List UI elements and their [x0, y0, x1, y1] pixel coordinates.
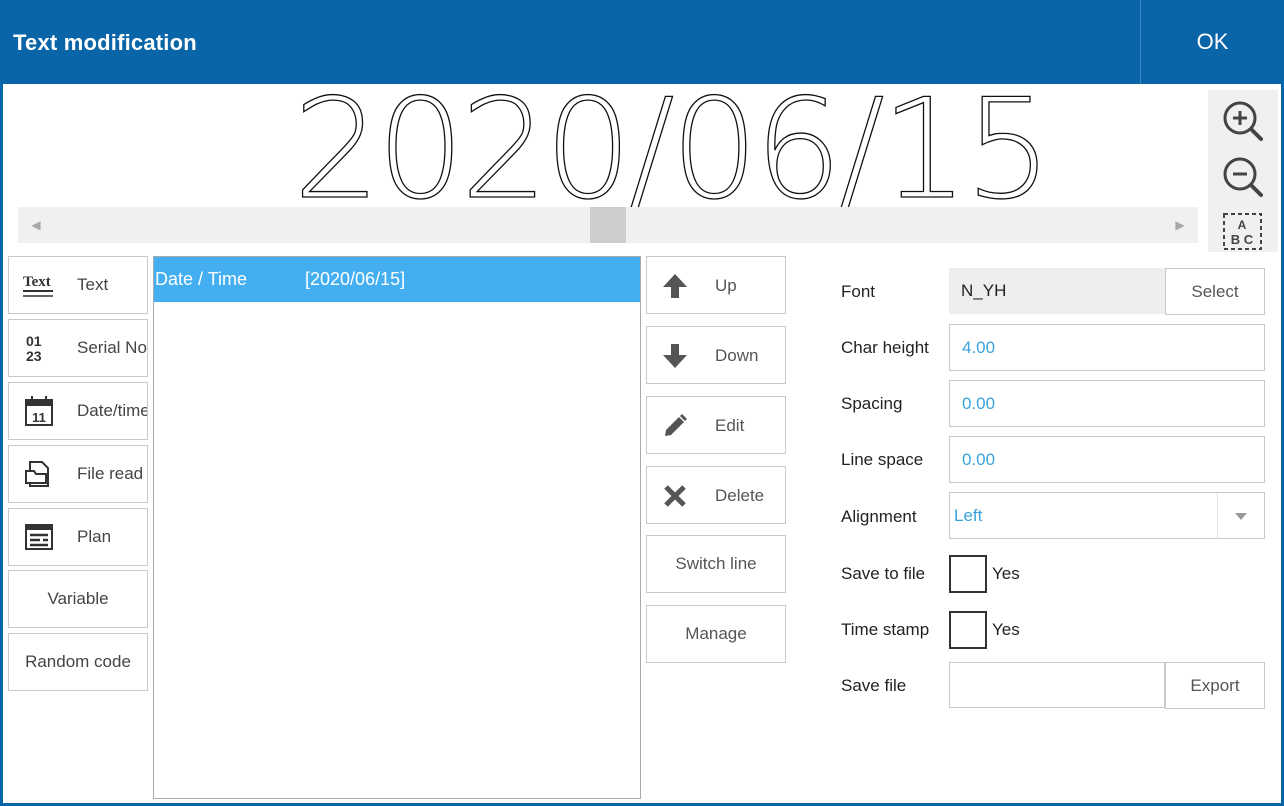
- add-date-time-button[interactable]: 11 Date/time: [8, 382, 148, 440]
- export-button[interactable]: Export: [1165, 662, 1265, 709]
- char-height-label: Char height: [841, 338, 929, 357]
- serial-icon: 01 23: [21, 332, 57, 364]
- serial-button-label: Serial No.: [77, 338, 148, 357]
- save-file-label: Save file: [841, 676, 907, 695]
- title-bar: Text modification OK: [0, 0, 1284, 84]
- preview-text: 2020/06/15: [292, 88, 1053, 208]
- switch-line-button[interactable]: Switch line: [646, 535, 786, 593]
- save-to-file-label: Save to file: [841, 564, 926, 583]
- text-preview: 2020/06/15: [18, 88, 1198, 208]
- up-button-label: Up: [715, 276, 737, 295]
- dialog-title: Text modification: [13, 30, 197, 55]
- add-variable-button[interactable]: Variable: [8, 570, 148, 628]
- scroll-left-arrow-icon[interactable]: ◀: [18, 207, 54, 243]
- add-serial-number-button[interactable]: 01 23 Serial No.: [8, 319, 148, 377]
- alignment-value: Left: [954, 505, 983, 525]
- zoom-panel: A B C: [1208, 90, 1278, 252]
- save-to-file-checkbox[interactable]: [949, 555, 987, 593]
- arrow-down-icon: [661, 342, 689, 370]
- abc-fit-icon[interactable]: A B C: [1220, 208, 1266, 254]
- list-item[interactable]: Date / Time [2020/06/15]: [154, 257, 640, 302]
- move-up-button[interactable]: Up: [646, 256, 786, 314]
- date-time-button-label: Date/time: [77, 401, 148, 420]
- list-item-value: [2020/06/15]: [305, 269, 406, 289]
- save-file-input[interactable]: [949, 662, 1165, 708]
- horizontal-scrollbar[interactable]: ◀ ▶: [18, 207, 1198, 243]
- zoom-out-icon[interactable]: [1220, 154, 1266, 200]
- plan-icon: [21, 521, 57, 553]
- ok-button[interactable]: OK: [1140, 0, 1284, 84]
- scrollbar-thumb[interactable]: [590, 207, 626, 243]
- pencil-icon: [661, 412, 689, 440]
- arrow-up-icon: [661, 272, 689, 300]
- line-space-input[interactable]: 0.00: [949, 436, 1265, 483]
- time-stamp-checkbox[interactable]: [949, 611, 987, 649]
- time-stamp-label: Time stamp: [841, 620, 930, 639]
- alignment-label: Alignment: [841, 507, 917, 526]
- zoom-in-icon[interactable]: [1220, 98, 1266, 144]
- text-button-label: Text: [77, 275, 109, 294]
- font-label: Font: [841, 282, 876, 301]
- file-icon: [21, 458, 57, 490]
- text-icon: Text: [21, 269, 57, 301]
- abc-fit-glyph-a: A: [1238, 218, 1247, 232]
- random-code-button-label: Random code: [25, 652, 131, 671]
- element-list[interactable]: Date / Time [2020/06/15]: [153, 256, 641, 799]
- char-height-input[interactable]: 4.00: [949, 324, 1265, 371]
- abc-fit-glyph-bc: B C: [1231, 232, 1254, 247]
- calendar-icon-day: 11: [32, 410, 46, 425]
- delete-button-label: Delete: [715, 486, 765, 505]
- manage-button[interactable]: Manage: [646, 605, 786, 663]
- line-space-label: Line space: [841, 450, 924, 469]
- save-to-file-option: Yes: [992, 564, 1020, 583]
- add-plan-button[interactable]: Plan: [8, 508, 148, 566]
- down-button-label: Down: [715, 346, 759, 365]
- list-item-name: Date / Time: [155, 269, 248, 289]
- spacing-label: Spacing: [841, 394, 903, 413]
- add-text-button[interactable]: Text Text: [8, 256, 148, 314]
- select-font-button[interactable]: Select: [1165, 268, 1265, 315]
- switch-line-button-label: Switch line: [675, 554, 757, 573]
- serial-icon-top: 01: [26, 333, 42, 349]
- serial-icon-bottom: 23: [26, 348, 42, 363]
- spacing-input[interactable]: 0.00: [949, 380, 1265, 427]
- x-icon: [661, 482, 689, 510]
- variable-button-label: Variable: [47, 589, 109, 608]
- time-stamp-option: Yes: [992, 620, 1020, 639]
- calendar-icon: 11: [21, 395, 57, 427]
- font-value: N_YH: [949, 268, 1165, 314]
- plan-button-label: Plan: [77, 527, 112, 546]
- scroll-right-arrow-icon[interactable]: ▶: [1162, 207, 1198, 243]
- add-file-read-button[interactable]: File read: [8, 445, 148, 503]
- edit-button[interactable]: Edit: [646, 396, 786, 454]
- chevron-down-icon[interactable]: [1217, 493, 1264, 539]
- manage-button-label: Manage: [685, 624, 747, 643]
- delete-button[interactable]: Delete: [646, 466, 786, 524]
- add-random-code-button[interactable]: Random code: [8, 633, 148, 691]
- text-icon-glyph: Text: [23, 274, 51, 290]
- move-down-button[interactable]: Down: [646, 326, 786, 384]
- edit-button-label: Edit: [715, 416, 745, 435]
- file-read-button-label: File read: [77, 464, 144, 483]
